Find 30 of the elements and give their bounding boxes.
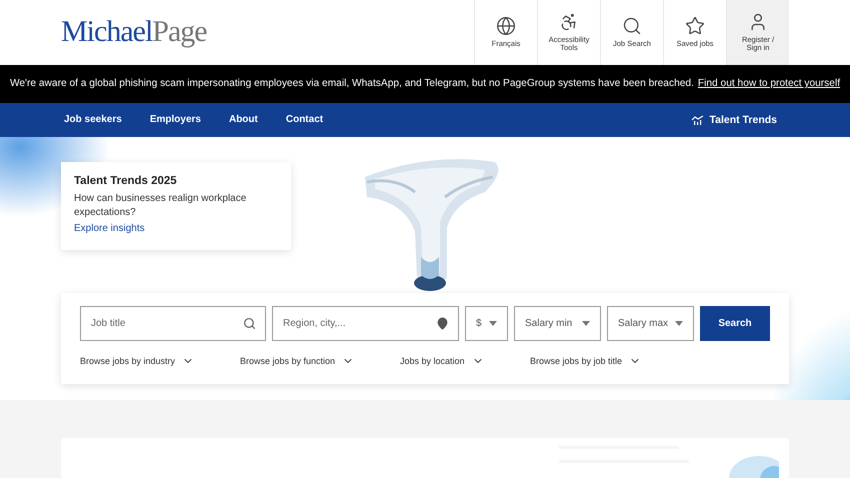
logo[interactable]: MichaelPage [61,0,207,65]
browse-link[interactable]: Browse jobs by industry [80,355,240,368]
talent-trends-link[interactable]: Talent Trends [690,114,777,126]
star-icon [685,16,705,36]
nav-link[interactable]: Contact [286,114,324,126]
caret-icon [675,321,683,326]
search-icon [243,317,256,330]
search-field[interactable]: Region, city,... [272,306,459,342]
nav-link[interactable]: About [228,114,258,126]
promo-link[interactable]: Explore insights [74,223,278,234]
caret-icon [582,321,590,326]
browse-link[interactable]: Jobs by location [400,355,530,368]
select-field[interactable]: Salary max [607,306,694,342]
nav-link[interactable]: Employers [150,114,201,126]
promo-title: Talent Trends 2025 [74,175,178,188]
select-field[interactable]: Salary min [514,306,601,342]
promo-text: How can businesses realign workplace expectations? [74,192,248,220]
location-pin-icon [436,317,449,330]
browse-link[interactable]: Browse jobs by function [240,355,400,368]
chart-icon [690,114,704,125]
select-field[interactable]: $ [465,306,508,342]
search-button[interactable]: Search [700,306,770,342]
alert-link[interactable]: Find out how to protect yourself [698,78,840,90]
search-field[interactable]: Job title [80,306,266,342]
nav-link[interactable]: Job seekers [64,114,122,126]
alert-text: We're aware of a global phishing scam impersonating employees via email, WhatsApp, and Telegram, but no PageGroup systems have been breached. [10,78,694,90]
search-icon [622,16,642,36]
globe-icon [496,16,516,36]
browse-link[interactable]: Browse jobs by job title [530,355,680,368]
caret-icon [489,321,497,326]
